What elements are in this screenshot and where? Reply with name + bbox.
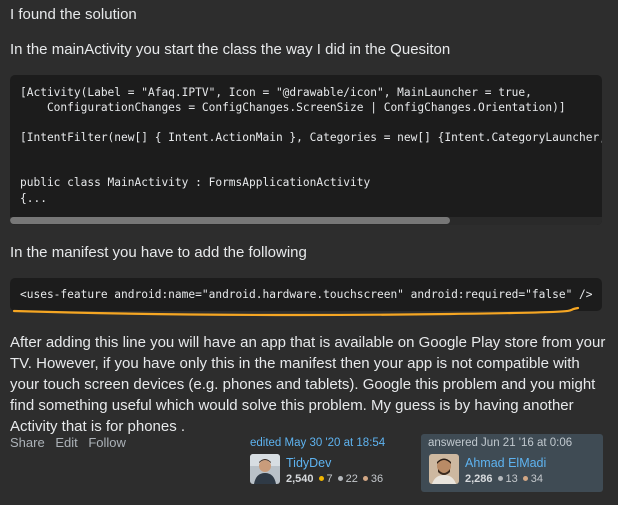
- avatar[interactable]: [429, 454, 459, 484]
- code-line: <uses-feature android:name="android.hard…: [20, 288, 593, 301]
- highlight-underline: [12, 306, 580, 317]
- code-block-activity[interactable]: [Activity(Label = "Afaq.IPTV", Icon = "@…: [10, 75, 602, 225]
- editor-username-link[interactable]: TidyDev: [286, 456, 331, 470]
- silver-badge-icon: [337, 476, 343, 482]
- horizontal-scrollbar[interactable]: [10, 217, 602, 225]
- avatar[interactable]: [250, 454, 280, 484]
- reputation-score: 2,286: [465, 473, 493, 485]
- silver-badge-icon: [497, 476, 503, 482]
- editor-usercard: edited May 30 '20 at 18:54 TidyDev 2,540…: [246, 434, 406, 492]
- answer-paragraph-3: In the manifest you have to add the foll…: [10, 244, 307, 261]
- edited-timestamp-link[interactable]: edited May 30 '20 at 18:54: [250, 437, 385, 449]
- gold-badge-count: 7: [326, 473, 333, 485]
- post-actions: Share Edit Follow: [10, 435, 133, 450]
- code-line: public class MainActivity : FormsApplica…: [20, 176, 371, 189]
- bronze-badge-count: 36: [370, 473, 384, 485]
- code-line: [Activity(Label = "Afaq.IPTV", Icon = "@…: [20, 86, 532, 99]
- edit-link[interactable]: Edit: [55, 435, 77, 450]
- silver-badge-count: 13: [505, 473, 518, 485]
- follow-link[interactable]: Follow: [88, 435, 126, 450]
- code-line: {...: [20, 192, 47, 205]
- reputation-score: 2,540: [286, 473, 314, 485]
- user-avatar-icon: [429, 454, 459, 484]
- bronze-badge-icon: [522, 476, 528, 482]
- author-username-link[interactable]: Ahmad ElMadi: [465, 456, 546, 470]
- answer-paragraph-1: I found the solution: [10, 6, 137, 23]
- bronze-badge-count: 34: [530, 473, 544, 485]
- gold-badge-icon: [318, 476, 324, 482]
- user-avatar-icon: [250, 454, 280, 484]
- scrollbar-thumb[interactable]: [10, 217, 450, 224]
- answer-paragraph-4: After adding this line you will have an …: [10, 334, 606, 435]
- code-line: [IntentFilter(new[] { Intent.ActionMain …: [20, 131, 602, 144]
- code-line: ConfigurationChanges = ConfigChanges.Scr…: [20, 101, 566, 114]
- answered-timestamp: answered Jun 21 '16 at 0:06: [428, 437, 573, 449]
- author-usercard: answered Jun 21 '16 at 0:06 Ahmad ElMadi…: [421, 434, 603, 492]
- share-link[interactable]: Share: [10, 435, 45, 450]
- editor-reputation: 2,540 7 22 36: [286, 473, 383, 485]
- author-reputation: 2,286 13 34: [465, 473, 543, 485]
- bronze-badge-icon: [362, 476, 368, 482]
- silver-badge-count: 22: [345, 473, 358, 485]
- answer-paragraph-2: In the mainActivity you start the class …: [10, 41, 451, 58]
